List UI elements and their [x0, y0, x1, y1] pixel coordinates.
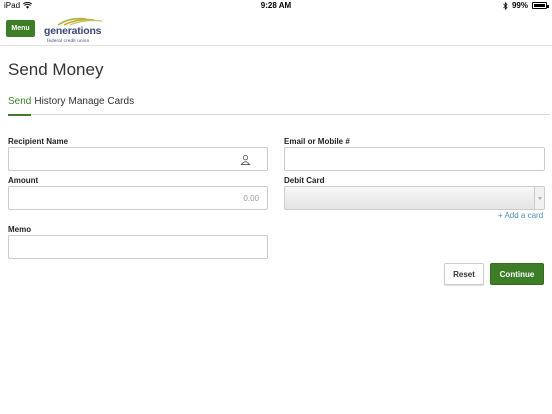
reset-button[interactable]: Reset	[444, 263, 484, 285]
tab-send[interactable]: Send	[8, 96, 32, 116]
menu-button[interactable]: Menu	[6, 20, 35, 37]
recipient-label: Recipient Name	[8, 137, 69, 146]
bluetooth-icon	[503, 1, 508, 10]
status-right: 99%	[503, 1, 549, 10]
brand-logo[interactable]: generations federal credit union	[44, 16, 114, 44]
debit-card-label: Debit Card	[284, 176, 325, 185]
amount-label: Amount	[8, 176, 39, 185]
chevron-down-icon[interactable]	[534, 187, 544, 209]
tab-history[interactable]: History	[34, 96, 65, 115]
email-mobile-field[interactable]	[284, 147, 545, 171]
status-time: 9:28 AM	[260, 1, 292, 10]
logo-subtitle: federal credit union	[47, 38, 90, 43]
add-card-link[interactable]: + Add a card	[498, 211, 543, 220]
contact-person-icon[interactable]	[240, 154, 251, 165]
amount-field[interactable]: 0.00	[8, 186, 268, 210]
tab-bar: Send History Manage Cards	[8, 96, 550, 116]
logo-wordmark: generations	[44, 25, 102, 37]
tab-manage-cards[interactable]: Manage Cards	[68, 96, 134, 115]
recipient-name-field[interactable]	[8, 147, 268, 171]
memo-label: Memo	[8, 225, 32, 234]
email-mobile-label: Email or Mobile #	[284, 137, 350, 146]
battery-icon	[532, 2, 549, 9]
app-header: Menu generations federal credit union	[0, 12, 552, 46]
page-title: Send Money	[8, 60, 104, 79]
battery-percent: 99%	[511, 1, 528, 10]
status-bar: iPad 9:28 AM 99%	[0, 0, 552, 12]
amount-placeholder: 0.00	[243, 194, 259, 203]
continue-button[interactable]: Continue	[490, 263, 544, 285]
debit-card-select[interactable]	[284, 186, 545, 210]
memo-field[interactable]	[8, 235, 268, 259]
